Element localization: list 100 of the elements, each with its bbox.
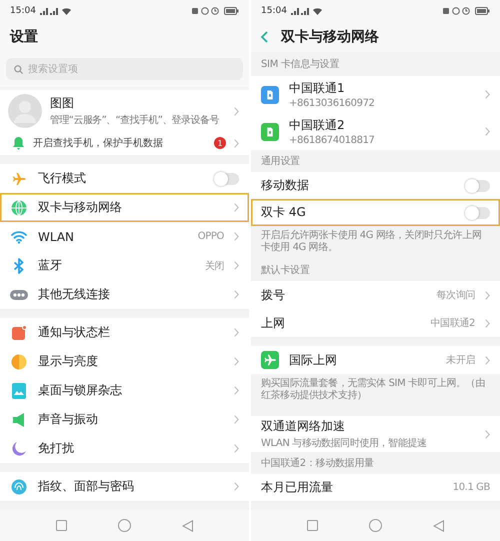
wifi-icon	[62, 8, 71, 14]
bluetooth-icon	[13, 258, 25, 274]
dots-icon	[10, 290, 28, 300]
chevron-icon	[485, 430, 490, 438]
chevron-icon	[485, 290, 490, 300]
settings-row[interactable]: 双卡与移动网络	[0, 193, 249, 222]
status-icons-drawing	[191, 7, 221, 15]
row-subtitle: +8613036160972	[289, 98, 376, 109]
back-button[interactable]	[182, 520, 194, 532]
sim-card-icon	[261, 122, 279, 142]
chevron-icon	[234, 203, 239, 212]
status-time: 15:04	[10, 6, 36, 16]
page-title: 设置	[10, 28, 38, 46]
section-header: 中国联通2：移动数据用量	[260, 456, 375, 471]
speaker-icon	[11, 412, 27, 428]
row-value: 10.1 GB	[452, 482, 490, 493]
chevron-icon	[234, 386, 239, 395]
row-label: 双卡与移动网络	[38, 199, 123, 216]
wallpaper-icon	[12, 382, 26, 398]
account-subtitle: 管理“云服务”、“查找手机”、登录设备号	[50, 114, 220, 127]
settings-row[interactable]: 声音与振动	[0, 405, 249, 434]
chevron-icon	[234, 444, 239, 453]
search-icon	[14, 64, 23, 74]
settings-row[interactable]: 移动数据	[251, 172, 500, 199]
notification-badge: 1	[214, 137, 226, 149]
row-label: 免打扰	[38, 440, 75, 457]
settings-row[interactable]: 本月已用流量 10.1 GB	[251, 474, 500, 501]
row-label: 拨号	[261, 286, 286, 304]
settings-row[interactable]: 中国联通2 +8618674018817	[251, 113, 500, 150]
row-subtitle: +8618674018817	[289, 135, 376, 146]
row-label: WLAN	[38, 230, 76, 244]
chevron-icon	[234, 415, 239, 424]
brightness-icon	[11, 354, 27, 370]
row-label: 其他无线连接	[38, 286, 111, 303]
globe-icon	[11, 200, 27, 216]
status-time: 15:04	[261, 6, 287, 16]
settings-row[interactable]: 通知与状态栏	[0, 318, 249, 347]
row-label: 声音与振动	[38, 411, 99, 428]
row-label: 蓝牙	[38, 257, 63, 274]
battery-icon	[475, 7, 490, 15]
settings-row[interactable]: 显示与亮度	[0, 347, 249, 376]
row-label: 通知与状态栏	[38, 324, 111, 341]
chevron-icon	[234, 138, 239, 148]
row-value: 中国联通2	[430, 316, 475, 330]
settings-row[interactable]: 桌面与锁屏杂志	[0, 376, 249, 405]
chevron-icon	[234, 290, 239, 299]
settings-row[interactable]: 上网 中国联通2	[251, 309, 500, 337]
row-label: 显示与亮度	[38, 353, 99, 370]
recent-apps-button[interactable]	[56, 520, 67, 531]
settings-row[interactable]: 国际上网 未开启	[251, 346, 500, 374]
row-label: 本月已用流量	[261, 479, 334, 496]
airplane-app-icon	[261, 350, 279, 370]
chevron-icon	[485, 127, 490, 136]
row-label: 桌面与锁屏杂志	[38, 382, 123, 399]
notice-row[interactable]: 开启查找手机，保护手机数据 1	[0, 131, 249, 155]
back-button[interactable]	[433, 520, 444, 532]
battery-icon	[224, 7, 239, 15]
chevron-icon	[234, 106, 239, 116]
toggle-switch[interactable]	[466, 180, 490, 192]
section-header: SIM 卡信息与设置	[260, 58, 340, 72]
section-header: 通用设置	[260, 154, 301, 169]
row-label: 双卡 4G	[261, 204, 307, 221]
chevron-icon	[234, 328, 239, 337]
settings-row[interactable]: 中国联通1 +8613036160972	[251, 76, 500, 113]
settings-row[interactable]: 双卡 4G	[251, 199, 500, 226]
settings-row[interactable]: 免打扰	[0, 434, 249, 463]
toggle-switch[interactable]	[466, 206, 490, 218]
toggle-switch[interactable]	[215, 172, 239, 184]
home-button[interactable]	[118, 519, 131, 532]
settings-row[interactable]: 双通道网络加速 WLAN 与移动数据同时使用，智能提速	[251, 416, 500, 452]
settings-row[interactable]: 拨号 每次询问	[251, 281, 500, 309]
settings-row[interactable]: 蓝牙 关闭	[0, 251, 249, 280]
avatar-icon	[8, 94, 42, 128]
home-button[interactable]	[368, 519, 382, 532]
row-label: 指纹、面部与密码	[38, 478, 135, 495]
row-value: 未开启	[446, 354, 475, 367]
fingerprint-icon	[11, 478, 27, 494]
settings-row[interactable]: 飞行模式	[0, 164, 249, 193]
sim-card-icon	[261, 84, 279, 104]
chevron-icon	[234, 357, 239, 366]
chevron-icon	[234, 261, 239, 270]
row-value: 关闭	[204, 260, 224, 272]
row-value: OPPO	[198, 231, 224, 242]
settings-row[interactable]: 其他无线连接	[0, 280, 249, 309]
search-field[interactable]: 搜索设置项	[6, 58, 243, 80]
notification-icon	[11, 324, 27, 340]
signal-icon	[290, 7, 310, 15]
recent-apps-button[interactable]	[306, 520, 318, 531]
row-label: 中国联通1	[289, 80, 346, 97]
settings-row[interactable]: WLAN OPPO	[0, 222, 249, 251]
airplane-icon	[11, 170, 27, 186]
settings-row[interactable]: 指纹、面部与密码	[0, 472, 249, 501]
account-name: 图图	[50, 95, 75, 112]
chevron-icon	[485, 90, 490, 99]
note-text: 开启后允许两张卡使用 4G 网络，关闭时只允许上网卡使用 4G 网络。	[260, 228, 482, 255]
wifi-icon	[11, 230, 27, 244]
section-header: 默认卡设置	[260, 264, 311, 278]
row-label: 飞行模式	[38, 170, 87, 187]
chevron-icon	[485, 318, 490, 328]
row-value: 每次询问	[436, 289, 475, 302]
